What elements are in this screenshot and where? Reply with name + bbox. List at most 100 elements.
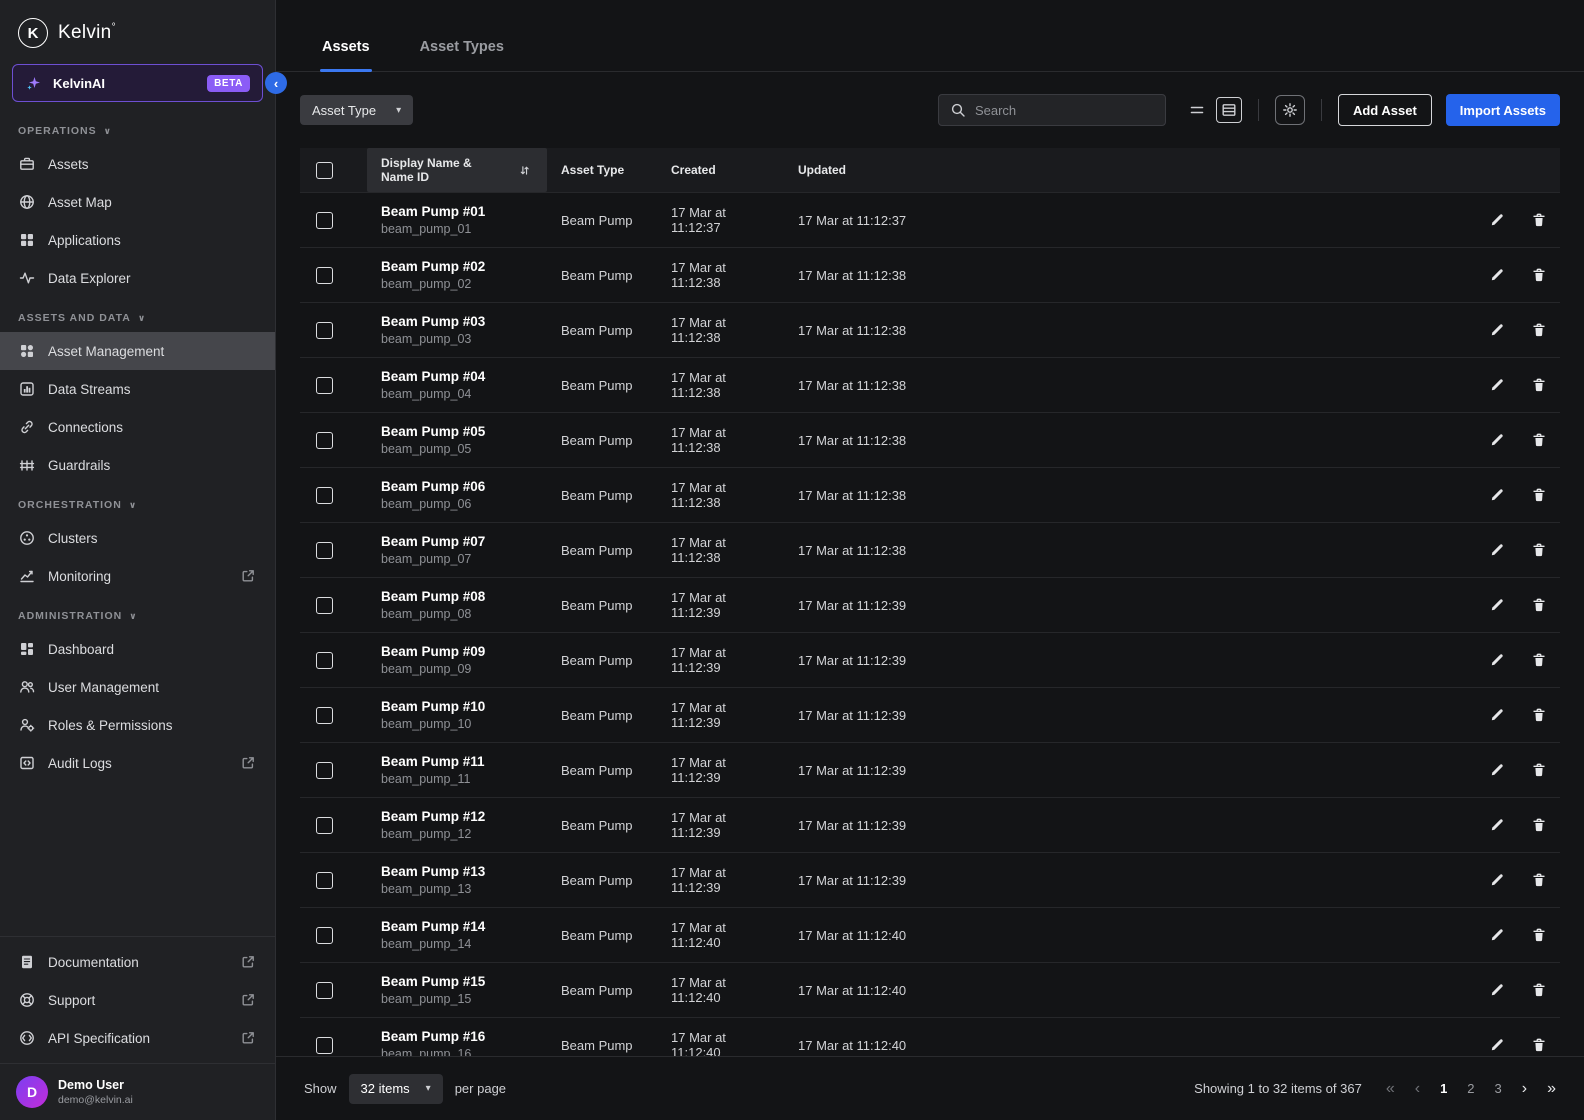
row-checkbox[interactable] bbox=[316, 267, 333, 284]
row-name-cell[interactable]: Beam Pump #02beam_pump_02 bbox=[367, 259, 547, 291]
sidebar-collapse-button[interactable]: ‹ bbox=[265, 72, 287, 94]
sidebar-section-header-operations[interactable]: OPERATIONS∨ bbox=[0, 110, 275, 145]
asset-type-filter[interactable]: Asset Type ▾ bbox=[300, 95, 413, 125]
sidebar-item-documentation[interactable]: Documentation bbox=[0, 943, 275, 981]
edit-button[interactable] bbox=[1488, 816, 1506, 834]
delete-button[interactable] bbox=[1530, 651, 1548, 669]
edit-button[interactable] bbox=[1488, 706, 1506, 724]
sidebar-item-data-explorer[interactable]: Data Explorer bbox=[0, 259, 275, 297]
sidebar-item-support[interactable]: Support bbox=[0, 981, 275, 1019]
next-page-button[interactable]: › bbox=[1522, 1081, 1527, 1097]
edit-button[interactable] bbox=[1488, 541, 1506, 559]
row-name-cell[interactable]: Beam Pump #01beam_pump_01 bbox=[367, 204, 547, 236]
view-table-button[interactable] bbox=[1216, 97, 1242, 123]
page-size-select[interactable]: 32 items ▾ bbox=[349, 1074, 443, 1104]
row-checkbox[interactable] bbox=[316, 487, 333, 504]
row-name-cell[interactable]: Beam Pump #14beam_pump_14 bbox=[367, 919, 547, 951]
row-name-cell[interactable]: Beam Pump #05beam_pump_05 bbox=[367, 424, 547, 456]
row-checkbox[interactable] bbox=[316, 322, 333, 339]
delete-button[interactable] bbox=[1530, 431, 1548, 449]
edit-button[interactable] bbox=[1488, 211, 1506, 229]
table-settings-button[interactable] bbox=[1275, 95, 1305, 125]
delete-button[interactable] bbox=[1530, 266, 1548, 284]
sidebar-item-monitoring[interactable]: Monitoring bbox=[0, 557, 275, 595]
page-button-3[interactable]: 3 bbox=[1495, 1082, 1502, 1095]
sidebar-item-dashboard[interactable]: Dashboard bbox=[0, 630, 275, 668]
delete-button[interactable] bbox=[1530, 981, 1548, 999]
delete-button[interactable] bbox=[1530, 816, 1548, 834]
page-button-2[interactable]: 2 bbox=[1467, 1082, 1474, 1095]
prev-page-button[interactable]: ‹ bbox=[1415, 1081, 1420, 1097]
edit-button[interactable] bbox=[1488, 376, 1506, 394]
delete-button[interactable] bbox=[1530, 1036, 1548, 1054]
row-name-cell[interactable]: Beam Pump #06beam_pump_06 bbox=[367, 479, 547, 511]
view-rows-button[interactable] bbox=[1184, 97, 1210, 123]
row-name-cell[interactable]: Beam Pump #15beam_pump_15 bbox=[367, 974, 547, 1006]
sidebar-item-assets[interactable]: Assets bbox=[0, 145, 275, 183]
delete-button[interactable] bbox=[1530, 761, 1548, 779]
sidebar-item-user-management[interactable]: User Management bbox=[0, 668, 275, 706]
row-checkbox[interactable] bbox=[316, 432, 333, 449]
column-header-created[interactable]: Created bbox=[657, 163, 784, 177]
row-name-cell[interactable]: Beam Pump #10beam_pump_10 bbox=[367, 699, 547, 731]
row-checkbox[interactable] bbox=[316, 817, 333, 834]
row-checkbox[interactable] bbox=[316, 872, 333, 889]
sidebar-item-roles-permissions[interactable]: Roles & Permissions bbox=[0, 706, 275, 744]
search-input[interactable] bbox=[975, 103, 1155, 118]
edit-button[interactable] bbox=[1488, 596, 1506, 614]
row-checkbox[interactable] bbox=[316, 212, 333, 229]
delete-button[interactable] bbox=[1530, 596, 1548, 614]
edit-button[interactable] bbox=[1488, 926, 1506, 944]
sidebar-section-header-administration[interactable]: ADMINISTRATION∨ bbox=[0, 595, 275, 630]
row-name-cell[interactable]: Beam Pump #04beam_pump_04 bbox=[367, 369, 547, 401]
delete-button[interactable] bbox=[1530, 541, 1548, 559]
tab-asset-types[interactable]: Asset Types bbox=[418, 39, 506, 71]
sidebar-item-connections[interactable]: Connections bbox=[0, 408, 275, 446]
row-name-cell[interactable]: Beam Pump #07beam_pump_07 bbox=[367, 534, 547, 566]
row-checkbox[interactable] bbox=[316, 982, 333, 999]
first-page-button[interactable]: « bbox=[1386, 1081, 1395, 1097]
edit-button[interactable] bbox=[1488, 431, 1506, 449]
delete-button[interactable] bbox=[1530, 706, 1548, 724]
sidebar-section-header-orchestration[interactable]: ORCHESTRATION∨ bbox=[0, 484, 275, 519]
sidebar-item-kelvinai[interactable]: KelvinAI BETA bbox=[12, 64, 263, 102]
edit-button[interactable] bbox=[1488, 981, 1506, 999]
delete-button[interactable] bbox=[1530, 926, 1548, 944]
sidebar-item-asset-management[interactable]: Asset Management bbox=[0, 332, 275, 370]
row-name-cell[interactable]: Beam Pump #12beam_pump_12 bbox=[367, 809, 547, 841]
row-checkbox[interactable] bbox=[316, 927, 333, 944]
edit-button[interactable] bbox=[1488, 486, 1506, 504]
sidebar-item-clusters[interactable]: Clusters bbox=[0, 519, 275, 557]
sidebar-section-header-assets-and-data[interactable]: ASSETS AND DATA∨ bbox=[0, 297, 275, 332]
edit-button[interactable] bbox=[1488, 651, 1506, 669]
column-header-asset-type[interactable]: Asset Type bbox=[547, 163, 657, 177]
row-checkbox[interactable] bbox=[316, 597, 333, 614]
user-profile[interactable]: D Demo User demo@kelvin.ai bbox=[0, 1063, 275, 1120]
sidebar-item-api-specification[interactable]: API Specification bbox=[0, 1019, 275, 1057]
edit-button[interactable] bbox=[1488, 321, 1506, 339]
column-header-updated[interactable]: Updated bbox=[784, 163, 1464, 177]
sidebar-item-data-streams[interactable]: Data Streams bbox=[0, 370, 275, 408]
sidebar-item-asset-map[interactable]: Asset Map bbox=[0, 183, 275, 221]
last-page-button[interactable]: » bbox=[1547, 1081, 1556, 1097]
row-checkbox[interactable] bbox=[316, 542, 333, 559]
delete-button[interactable] bbox=[1530, 321, 1548, 339]
sidebar-item-audit-logs[interactable]: Audit Logs bbox=[0, 744, 275, 782]
column-header-display-name[interactable]: Display Name & Name ID bbox=[367, 148, 547, 192]
delete-button[interactable] bbox=[1530, 486, 1548, 504]
select-all-checkbox[interactable] bbox=[316, 162, 333, 179]
row-name-cell[interactable]: Beam Pump #08beam_pump_08 bbox=[367, 589, 547, 621]
edit-button[interactable] bbox=[1488, 266, 1506, 284]
edit-button[interactable] bbox=[1488, 761, 1506, 779]
import-assets-button[interactable]: Import Assets bbox=[1446, 94, 1560, 126]
row-name-cell[interactable]: Beam Pump #03beam_pump_03 bbox=[367, 314, 547, 346]
sidebar-item-applications[interactable]: Applications bbox=[0, 221, 275, 259]
tab-assets[interactable]: Assets bbox=[320, 39, 372, 71]
row-name-cell[interactable]: Beam Pump #13beam_pump_13 bbox=[367, 864, 547, 896]
edit-button[interactable] bbox=[1488, 871, 1506, 889]
row-name-cell[interactable]: Beam Pump #11beam_pump_11 bbox=[367, 754, 547, 786]
row-checkbox[interactable] bbox=[316, 652, 333, 669]
sidebar-item-guardrails[interactable]: Guardrails bbox=[0, 446, 275, 484]
delete-button[interactable] bbox=[1530, 871, 1548, 889]
add-asset-button[interactable]: Add Asset bbox=[1338, 94, 1432, 126]
